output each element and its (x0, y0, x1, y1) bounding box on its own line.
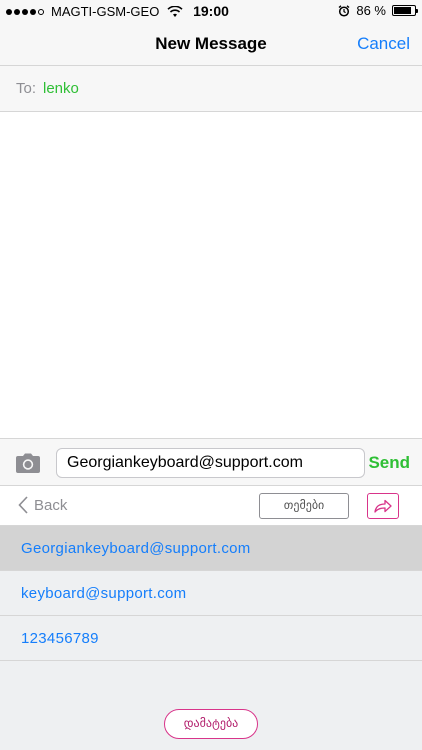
alarm-icon (338, 4, 350, 17)
share-arrow-icon (374, 499, 392, 513)
message-input[interactable]: Georgiankeyboard@support.com (56, 448, 365, 478)
message-area (0, 112, 422, 438)
nav-bar: New Message Cancel (0, 22, 422, 66)
send-button[interactable]: Send (368, 453, 410, 473)
suggestion-item[interactable]: Georgiankeyboard@support.com (0, 526, 422, 571)
compose-bar: Georgiankeyboard@support.com Send (0, 438, 422, 486)
cancel-button[interactable]: Cancel (357, 34, 410, 54)
add-button[interactable]: დამატება (164, 709, 258, 739)
share-button[interactable] (367, 493, 399, 519)
to-label: To: (16, 80, 37, 97)
status-bar: MAGTI-GSM-GEO 19:00 86 % (0, 0, 422, 22)
recipient-row[interactable]: To: lenko (0, 66, 422, 112)
themes-button[interactable]: თემები (259, 493, 349, 519)
recipient-value[interactable]: lenko (43, 80, 79, 97)
status-right: 86 % (338, 3, 418, 18)
suggestion-item[interactable]: keyboard@support.com (0, 571, 422, 616)
back-label: Back (34, 496, 68, 514)
battery-fill (394, 7, 412, 14)
suggestion-item[interactable]: 123456789 (0, 616, 422, 661)
chevron-left-icon (18, 496, 28, 514)
back-button[interactable]: Back (18, 496, 67, 514)
battery-icon (392, 5, 418, 16)
keyboard-bottom-area: დამატება (0, 661, 422, 750)
keyboard-toolbar: Back თემები (0, 486, 422, 526)
suggestion-list: Georgiankeyboard@support.com keyboard@su… (0, 526, 422, 661)
battery-percent: 86 % (356, 3, 386, 18)
camera-icon[interactable] (14, 452, 42, 474)
